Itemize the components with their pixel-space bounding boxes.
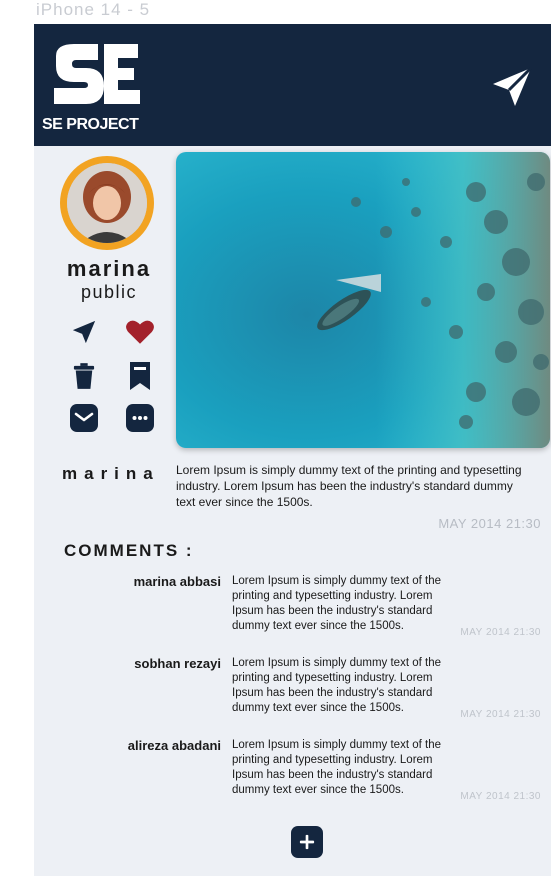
comment-date: MAY 2014 21:30: [460, 791, 541, 802]
post-author: marina: [62, 464, 160, 483]
add-comment-button[interactable]: [291, 826, 323, 858]
more-icon[interactable]: [124, 402, 156, 434]
post-image[interactable]: [176, 152, 550, 448]
app-screen: SE PROJECT marina public marina Lorem Ip…: [34, 24, 551, 876]
comment-item: marina abbasi Lorem Ipsum is simply dumm…: [34, 574, 551, 654]
comments-title: COMMENTS :: [64, 541, 194, 560]
comment-author[interactable]: marina abbasi: [134, 574, 221, 589]
heart-icon[interactable]: [124, 316, 156, 348]
comment-text: Lorem Ipsum is simply dummy text of the …: [232, 657, 441, 714]
logo-text: SE PROJECT: [42, 116, 139, 133]
avatar-photo: [67, 163, 147, 243]
device-label: iPhone 14 - 5: [36, 0, 151, 19]
bookmark-icon[interactable]: [124, 360, 156, 392]
send-icon[interactable]: [489, 64, 535, 110]
trash-icon[interactable]: [68, 360, 100, 392]
comment-item: alireza abadani Lorem Ipsum is simply du…: [34, 738, 551, 818]
comment-text: Lorem Ipsum is simply dummy text of the …: [232, 739, 441, 796]
app-header: SE PROJECT: [34, 24, 551, 146]
send-icon[interactable]: [68, 316, 100, 348]
avatar[interactable]: [60, 156, 154, 250]
post-date: MAY 2014 21:30: [438, 516, 541, 531]
comment-author[interactable]: sobhan rezayi: [134, 656, 221, 671]
comment-item: sobhan rezayi Lorem Ipsum is simply dumm…: [34, 656, 551, 736]
profile-visibility: public: [80, 282, 138, 302]
mail-icon[interactable]: [68, 402, 100, 434]
comment-date: MAY 2014 21:30: [460, 627, 541, 638]
plus-icon: [299, 834, 315, 850]
comment-date: MAY 2014 21:30: [460, 709, 541, 720]
post-caption: Lorem Ipsum is simply dummy text of the …: [176, 463, 522, 509]
comment-author[interactable]: alireza abadani: [128, 738, 221, 753]
profile-username: marina: [66, 256, 152, 281]
comment-text: Lorem Ipsum is simply dummy text of the …: [232, 575, 441, 632]
